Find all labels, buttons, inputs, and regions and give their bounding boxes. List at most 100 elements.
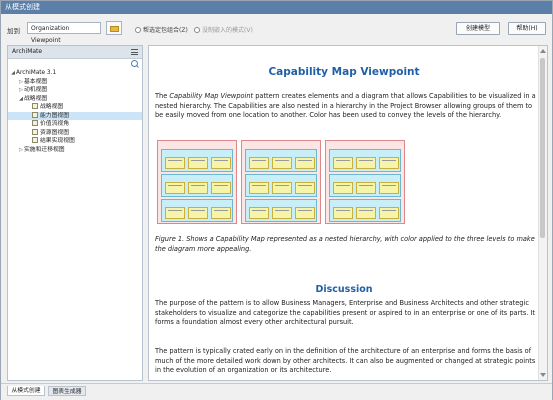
capability-box [333,182,353,194]
browse-package-button[interactable] [106,21,122,35]
capability-group-box [161,174,233,197]
tree-root-label: ArchiMate 3.1 [16,70,57,76]
radio-option-combine-label: 帮选定包组合(Z) [143,27,188,34]
tree-item-label: 资源图视图 [40,129,69,136]
capability-box [188,182,208,194]
tree-item-label: 战略视图 [40,104,64,110]
pattern-icon [32,137,38,143]
capability-map-figure [155,140,539,224]
tree-item-label: 动机视图 [24,87,48,93]
capability-diagram-thumbnail [157,140,237,224]
radio-circle-icon [135,27,141,33]
tree-item-label: 结果实现视图 [40,138,75,144]
capability-diagram-thumbnail [325,140,405,224]
tree-item[interactable]: 资源图视图 [8,128,142,138]
capability-box [356,182,376,194]
package-field[interactable]: Organization Viewpoint [27,22,101,44]
capability-box [165,182,185,194]
capability-box [295,207,315,219]
tree-item[interactable]: 结果实现视图 [8,137,142,146]
tree-root[interactable]: ◢ArchiMate 3.1 [8,69,142,78]
tree-item[interactable]: ▷动机视图 [8,86,142,95]
capability-box [188,157,208,169]
tree-item-label: 价值流视角 [40,121,69,127]
capability-group-box [329,199,401,222]
pattern-tree: ◢ArchiMate 3.1 ▷基本视图 ▷动机视图 ◢战略视图 战略视图 能力图视图价… [8,69,142,154]
capability-group-box [245,199,317,222]
radio-option-combine[interactable]: 帮选定包组合(Z) [135,25,188,34]
pattern-icon [32,128,38,135]
capability-box [188,207,208,219]
tree-item[interactable]: 战略视图 [8,103,142,112]
capability-box [333,157,353,169]
pattern-icon [32,103,38,109]
tree-item-label: 实施和迁移视图 [24,146,65,153]
capability-box [379,207,399,219]
scroll-up-icon[interactable] [540,49,546,53]
capability-group-box [161,199,233,222]
capability-box [272,207,292,219]
tree-search[interactable] [8,59,142,69]
capability-box [211,182,231,194]
window-title: 从模式创建 [1,1,552,14]
tree-header: ArchiMate [8,46,142,59]
tree-item-label: 战略视图 [24,95,48,102]
capability-group-box [329,174,401,197]
capability-box [165,157,185,169]
search-icon[interactable] [131,60,138,67]
tree-item[interactable]: ◢战略视图 [8,95,142,104]
tree-header-label: ArchiMate [12,48,43,55]
pattern-icon [32,111,38,118]
bottom-tab-bar: 从模式创建 图表生成器 [1,383,552,400]
capability-group-box [245,174,317,197]
capability-box [333,207,353,219]
capability-group-box [161,149,233,172]
capability-box [356,157,376,169]
intro-text-start: The [155,92,170,100]
discussion-heading: Discussion [315,284,373,295]
tree-item[interactable]: 能力图视图 [8,111,142,120]
capability-box [211,157,231,169]
capability-box [295,182,315,194]
capability-box [295,157,315,169]
tab-create-from-pattern[interactable]: 从模式创建 [7,386,45,396]
tab-diagram-builder[interactable]: 图表生成器 [48,386,86,396]
capability-box [356,207,376,219]
radio-option-embed: 没制嵌入的模式(V) [194,25,253,34]
capability-box [272,182,292,194]
figure-caption: Figure 1. Shows a Capability Map represe… [155,235,535,253]
discussion-paragraph-2: The pattern is typically crated early on… [155,347,536,375]
discussion-paragraph-1: The purpose of the pattern is to allow B… [155,299,536,327]
create-model-button[interactable]: 创建模型 [456,22,500,35]
pattern-description-pane: Capability Map Viewpoint The Capability … [148,45,548,381]
pattern-tree-pane: ArchiMate ◢ArchiMate 3.1 ▷基本视图 ▷动机视图 ◢战略视图… [7,45,143,381]
create-from-pattern-window: 从模式创建 加到 Organization Viewpoint 帮选定包组合(Z… [0,0,553,400]
hamburger-menu-icon[interactable] [131,49,138,55]
intro-paragraph: The Capability Map Viewpoint pattern cre… [155,92,539,121]
capability-box [249,157,269,169]
capability-group-box [329,149,401,172]
capability-group-box [245,149,317,172]
folder-icon [110,26,119,32]
capability-box [379,182,399,194]
scroll-down-icon[interactable] [540,373,546,377]
intro-emphasis: Capability Map Viewpoint [169,92,254,100]
capability-diagram-thumbnail [241,140,321,224]
scrollbar-thumb[interactable] [540,58,545,238]
document-title: Capability Map Viewpoint [268,66,420,78]
tree-item[interactable]: 价值流视角 [8,120,142,129]
help-button[interactable]: 帮助(H) [508,22,546,35]
capability-box [249,207,269,219]
add-to-label: 加到 [7,27,20,35]
capability-box [249,182,269,194]
toolbar: 加到 Organization Viewpoint 帮选定包组合(Z) 没制嵌入… [1,15,552,44]
tree-item-label: 基本视图 [24,78,48,85]
pattern-icon [32,120,38,126]
tree-item[interactable]: ▷基本视图 [8,78,142,87]
capability-box [272,157,292,169]
capability-box [165,207,185,219]
vertical-scrollbar[interactable] [538,46,547,380]
radio-option-embed-label: 没制嵌入的模式(V) [202,27,253,34]
radio-circle-icon [194,27,200,33]
tree-item[interactable]: ▷实施和迁移视图 [8,146,142,155]
